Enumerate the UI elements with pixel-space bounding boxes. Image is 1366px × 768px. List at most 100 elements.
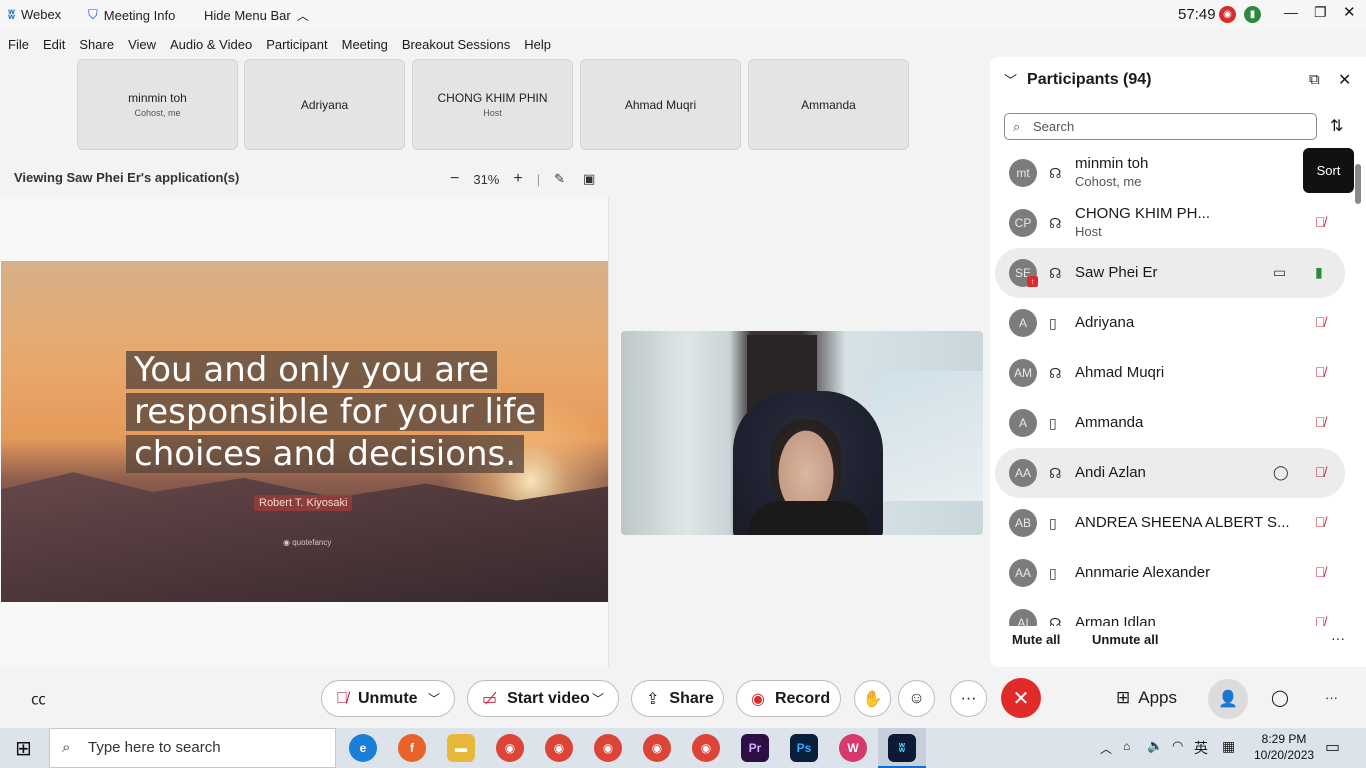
ime-indicator[interactable]: 英 — [1194, 738, 1208, 758]
participant-row[interactable]: AM ☊ Ahmad Muqri 🎙̸ — [995, 348, 1345, 398]
chrome-profile-icon[interactable]: ◉ — [643, 734, 671, 762]
menu-help[interactable]: Help — [524, 37, 551, 52]
mute-all-button[interactable]: Mute all — [1012, 632, 1060, 647]
participants-header[interactable]: ﹀ Participants (94) — [1004, 70, 1152, 89]
start-video-button[interactable]: ▭̸ Start video ﹀ — [467, 680, 619, 717]
video-tile[interactable]: Ammanda — [748, 59, 909, 150]
record-button[interactable]: ◉ Record — [736, 680, 841, 717]
mic-muted-icon[interactable]: 🎙̸ — [1315, 614, 1326, 626]
participant-row[interactable]: AA ☊ Andi Azlan ◯ 🎙̸ — [995, 448, 1345, 498]
menu-meeting[interactable]: Meeting — [342, 37, 388, 52]
more-controls-icon[interactable]: ··· — [950, 680, 987, 717]
wps-icon[interactable]: W — [839, 734, 867, 762]
chat-toggle-icon[interactable]: ◯ — [1271, 688, 1289, 708]
webex-logo-icon: ʬ — [8, 7, 15, 22]
annotate-icon[interactable]: ✎ — [554, 171, 565, 187]
chrome-profile-icon[interactable]: ◉ — [496, 734, 524, 762]
taskbar-search-input[interactable]: ⌕ Type here to search — [49, 728, 336, 768]
more-panels-icon[interactable]: ··· — [1325, 690, 1338, 705]
file-explorer-icon[interactable]: ▬ — [447, 734, 475, 762]
menu-participant[interactable]: Participant — [266, 37, 327, 52]
zoom-out-icon[interactable]: − — [450, 170, 459, 188]
more-options-icon[interactable]: ··· — [1331, 630, 1345, 646]
avatar: AA — [1009, 559, 1037, 587]
chevron-down-icon[interactable]: ﹀ — [592, 690, 604, 707]
close-panel-icon[interactable]: ✕ — [1338, 70, 1351, 90]
network-stats-icon[interactable]: ▮ — [1244, 6, 1261, 23]
chrome-profile-icon[interactable]: ◉ — [545, 734, 573, 762]
reactions-icon[interactable]: ☺ — [898, 680, 935, 717]
chevron-down-icon[interactable]: ﹀ — [428, 690, 440, 707]
menu-file[interactable]: File — [8, 37, 29, 52]
mic-muted-icon[interactable]: 🎙̸ — [1315, 514, 1326, 530]
chrome-profile-icon[interactable]: ◉ — [594, 734, 622, 762]
participant-row[interactable]: mt ☊ minmin toh Cohost, me — [995, 148, 1345, 198]
firefox-icon[interactable]: f — [398, 734, 426, 762]
meeting-info-button[interactable]: ⛉ Meeting Info — [88, 7, 175, 23]
video-tile[interactable]: minmin toh Cohost, me — [77, 59, 238, 150]
recording-indicator-icon[interactable]: ◉ — [1219, 6, 1236, 23]
participants-toggle-icon[interactable]: 👤 — [1208, 679, 1248, 719]
participant-row[interactable]: A ▯ Ammanda 🎙̸ — [995, 398, 1345, 448]
pop-out-icon[interactable]: ⧉ — [1309, 71, 1320, 88]
participant-row[interactable]: CP ☊ CHONG KHIM PH... Host 🎙̸ — [995, 198, 1345, 248]
unmute-label: Unmute — [358, 689, 418, 707]
participant-name: Annmarie Alexander — [1075, 564, 1211, 581]
leave-meeting-icon[interactable]: ✕ — [1001, 678, 1041, 718]
video-tile[interactable]: Ahmad Muqri — [580, 59, 741, 150]
captions-icon[interactable]: ㏄ — [31, 688, 46, 709]
menu-audio-video[interactable]: Audio & Video — [170, 37, 252, 52]
notifications-icon[interactable]: ▭ — [1325, 737, 1340, 757]
search-icon: ⌕ — [62, 739, 71, 756]
unmute-button[interactable]: 🎙̸ Unmute ﹀ — [321, 680, 455, 717]
video-tile[interactable]: CHONG KHIM PHIN Host — [412, 59, 573, 150]
video-tile[interactable]: Adriyana — [244, 59, 405, 150]
photoshop-icon[interactable]: Ps — [790, 734, 818, 762]
menu-breakout-sessions[interactable]: Breakout Sessions — [402, 37, 510, 52]
apps-button[interactable]: ⊞ Apps — [1116, 688, 1177, 708]
raise-hand-icon[interactable]: ✋ — [854, 680, 891, 717]
edge-icon[interactable]: e — [349, 734, 377, 762]
participant-row[interactable]: AB ▯ ANDREA SHEENA ALBERT S... 🎙̸ — [995, 498, 1345, 548]
chevron-down-icon[interactable]: ﹀ — [1004, 70, 1017, 89]
participant-row[interactable]: A ▯ Adriyana 🎙̸ — [995, 298, 1345, 348]
taskbar-clock[interactable]: 8:29 PM 10/20/2023 — [1254, 731, 1314, 763]
participants-scrollbar[interactable] — [1354, 152, 1362, 620]
mic-on-icon[interactable]: ▮ — [1315, 264, 1323, 281]
network-icon[interactable]: ⌂ — [1123, 739, 1130, 753]
scrollbar-thumb[interactable] — [1355, 164, 1361, 204]
fit-screen-icon[interactable]: ▣ — [583, 171, 595, 187]
mic-muted-icon[interactable]: 🎙̸ — [1315, 364, 1326, 380]
volume-icon[interactable]: 🔈 — [1147, 738, 1163, 754]
hide-menu-bar-button[interactable]: Hide Menu Bar ︿ — [204, 7, 309, 24]
menu-view[interactable]: View — [128, 37, 156, 52]
mic-muted-icon[interactable]: 🎙̸ — [1315, 564, 1326, 580]
sort-icon[interactable]: ⇅ — [1330, 116, 1343, 136]
participant-row[interactable]: AI ☊ Arman Idlan 🎙̸ — [995, 598, 1345, 626]
chevron-up-icon[interactable]: ︿ — [1100, 740, 1112, 757]
mic-muted-icon[interactable]: 🎙̸ — [1315, 464, 1326, 480]
participant-row[interactable]: AA ▯ Annmarie Alexander 🎙̸ — [995, 548, 1345, 598]
menu-share[interactable]: Share — [79, 37, 114, 52]
restore-icon[interactable]: ❐ — [1314, 4, 1327, 21]
mic-muted-icon[interactable]: 🎙̸ — [1315, 414, 1326, 430]
chrome-icon[interactable]: ◉ — [692, 734, 720, 762]
zoom-in-icon[interactable]: + — [513, 170, 522, 188]
unmute-all-button[interactable]: Unmute all — [1092, 632, 1158, 647]
participant-row[interactable]: SE ↑ ☊ Saw Phei Er ▭ ▮ — [995, 248, 1345, 298]
mic-muted-icon[interactable]: 🎙̸ — [1315, 314, 1326, 330]
mic-muted-icon[interactable]: 🎙̸ — [1315, 214, 1326, 230]
minimize-icon[interactable]: — — [1284, 4, 1298, 20]
menu-edit[interactable]: Edit — [43, 37, 65, 52]
webex-taskbar-item[interactable]: ʬ — [878, 728, 926, 768]
windows-start-icon[interactable]: ⊞ — [15, 736, 32, 761]
chat-icon[interactable]: ◯ — [1273, 464, 1289, 481]
active-speaker-video[interactable] — [621, 331, 983, 535]
premiere-pro-icon[interactable]: Pr — [741, 734, 769, 762]
share-button[interactable]: ⇪ Share — [631, 680, 724, 717]
video-icon[interactable]: ▭ — [1273, 264, 1286, 281]
close-window-icon[interactable]: ✕ — [1343, 3, 1356, 21]
participant-search-input[interactable]: ⌕ Search — [1004, 113, 1317, 140]
input-mode-icon[interactable]: ▦ — [1222, 738, 1235, 755]
wifi-icon[interactable]: ◠ — [1172, 738, 1183, 754]
